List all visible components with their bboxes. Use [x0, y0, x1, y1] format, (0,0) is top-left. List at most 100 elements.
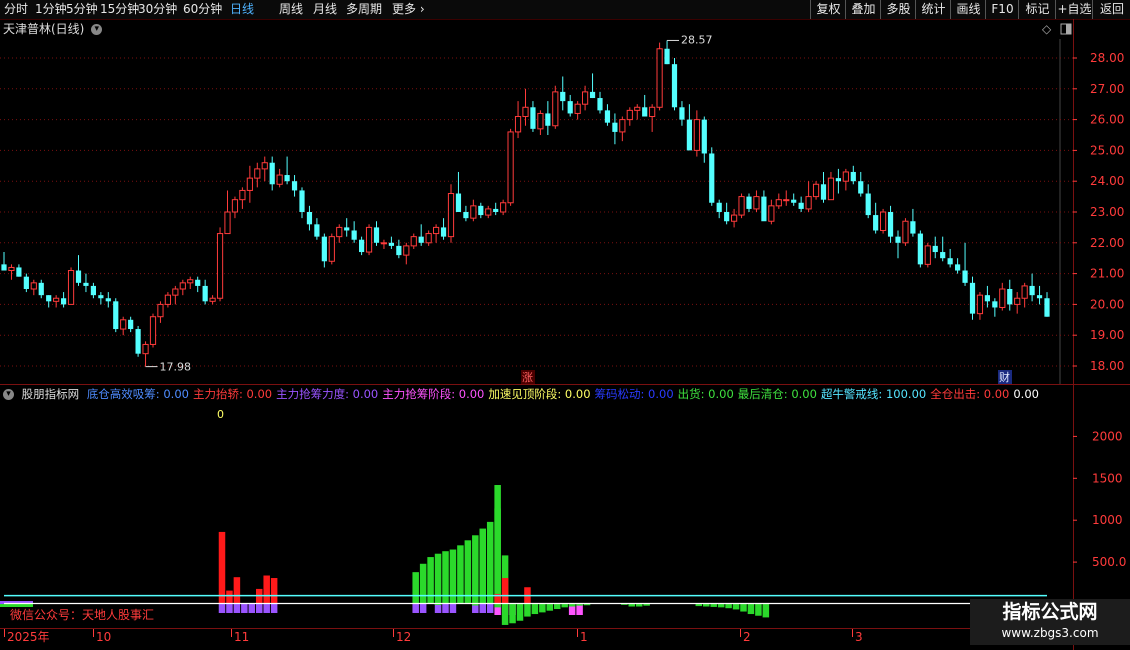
toolbar-action-button[interactable]: F10 [985, 0, 1019, 19]
distribution-bar [695, 604, 703, 607]
distribution-bar [762, 604, 770, 618]
candlestick [768, 199, 775, 225]
zero-marker: 0 [217, 408, 224, 421]
candlestick [701, 116, 707, 163]
period-tab[interactable]: 30分钟 [138, 1, 177, 18]
toolbar-action-button[interactable]: 返回 [1092, 0, 1130, 19]
price-axis-label: 27.00 [1090, 82, 1124, 96]
time-axis-label: 3 [855, 630, 863, 644]
candlestick [380, 239, 388, 249]
toolbar-action-button[interactable]: 统计 [915, 0, 951, 19]
candlestick [902, 218, 909, 246]
lift-bar [218, 531, 226, 604]
candlestick [1021, 282, 1028, 308]
accumulation-bar [434, 553, 442, 604]
price-axis-label: 20.00 [1090, 297, 1124, 311]
toolbar-action-button[interactable]: 叠加 [845, 0, 881, 19]
distribution-bar [568, 604, 576, 607]
candlestick [865, 184, 871, 219]
candlestick [105, 292, 111, 308]
toolbar-action-button[interactable]: 多股 [880, 0, 916, 19]
candlestick [269, 156, 275, 191]
chip-strength-bar [479, 604, 486, 613]
toolbar-action-button[interactable]: 复权 [810, 0, 846, 19]
watermark-title: 指标公式网 [1002, 601, 1098, 623]
candlestick [1044, 292, 1050, 317]
period-tab[interactable]: 5分钟 [66, 1, 98, 18]
indicator-legend-item: 主力抬轿: 0.00 [192, 387, 273, 401]
candlestick [999, 282, 1006, 311]
period-tab[interactable]: 更多 › [392, 1, 425, 18]
candlestick [261, 156, 268, 182]
dropdown-circle-icon[interactable]: ▾ [91, 24, 103, 35]
candlestick [128, 316, 134, 333]
candlestick [299, 187, 305, 219]
candlestick [8, 264, 15, 280]
chip-strength-bar [434, 604, 442, 613]
candlestick [359, 236, 365, 256]
candlestick [514, 101, 522, 139]
toolbar-action-button[interactable]: 画线 [950, 0, 986, 19]
candlestick [724, 202, 730, 225]
accumulation-bar [486, 521, 494, 604]
watermark-left: 微信公众号：天地人股事汇 [10, 608, 155, 622]
indicator-legend-item: 主力抢筹力度: 0.00 [276, 387, 379, 401]
candlestick [947, 248, 953, 268]
price-axis-label: 24.00 [1090, 174, 1124, 188]
candlestick [649, 104, 656, 132]
candlestick [827, 171, 835, 201]
indicator-name[interactable]: 股朋指标网 [22, 387, 80, 401]
zhang-badge-label: 涨 [522, 371, 533, 384]
price-axis-label: 19.00 [1090, 328, 1124, 342]
price-axis-label: 21.00 [1090, 267, 1124, 281]
panel-scroll-thumb [1066, 24, 1071, 34]
candlestick [858, 171, 864, 197]
candlestick [314, 218, 320, 240]
distribution-bar [531, 604, 539, 615]
distribution-bar [621, 604, 628, 605]
candlestick [328, 233, 335, 265]
period-tab[interactable]: 周线 [279, 1, 303, 18]
indicator-legend-row: ▾ 股朋指标网 底仓高效吸筹: 0.00 主力抬轿: 0.00 主力抢筹力度: 0.… [0, 386, 1047, 402]
candlestick [485, 205, 492, 219]
period-tab[interactable]: 多周期 [346, 1, 382, 18]
period-tab[interactable]: 日线 [230, 1, 254, 18]
chip-strength-bar [241, 604, 248, 613]
chip-strength-bar [263, 604, 270, 613]
distribution-bar [710, 604, 717, 607]
candlestick [940, 236, 946, 262]
distribution-bar [509, 604, 516, 624]
candlestick [962, 242, 968, 286]
period-tab[interactable]: 15分钟 [100, 1, 139, 18]
candlestick [500, 199, 507, 216]
candlestick [761, 190, 767, 222]
candlestick [224, 190, 231, 235]
candlestick [120, 316, 127, 336]
candlestick [775, 193, 782, 209]
candlestick [410, 233, 417, 249]
period-tab[interactable]: 60分钟 [183, 1, 222, 18]
price-axis-label: 26.00 [1090, 113, 1124, 127]
candlestick [351, 221, 357, 243]
toolbar-action-button[interactable]: 标记 [1018, 0, 1056, 19]
candlestick [291, 175, 298, 197]
candlestick [425, 230, 432, 246]
candlestick [164, 292, 172, 308]
candlestick [53, 295, 60, 308]
chip-strength-bar [419, 604, 427, 613]
toolbar-action-button[interactable]: +自选 [1055, 0, 1093, 19]
indicator-dropdown-icon[interactable]: ▾ [3, 389, 14, 400]
period-tab[interactable]: 分时 [4, 1, 28, 18]
price-axis-label: 18.00 [1090, 359, 1124, 373]
candlestick [664, 40, 670, 65]
candlestick [447, 184, 455, 243]
candlestick [820, 171, 827, 203]
period-tab[interactable]: 1分钟 [35, 1, 67, 18]
time-axis-label: 2025年 [7, 630, 50, 644]
top-toolbar: 分时 1分钟 5分钟 15分钟 30分钟 60分钟 日线 周线 月线 多周期 更多 › 复权 叠加 多股… [0, 0, 1130, 20]
time-axis-label: 1 [580, 630, 588, 644]
chart-canvas: 28.00 27.00 26.00 25.00 24.00 23.00 22.00 21.00… [0, 19, 1130, 650]
price-axis-label: 22.00 [1090, 236, 1124, 250]
distribution-bar [755, 604, 762, 616]
period-tab[interactable]: 月线 [313, 1, 337, 18]
